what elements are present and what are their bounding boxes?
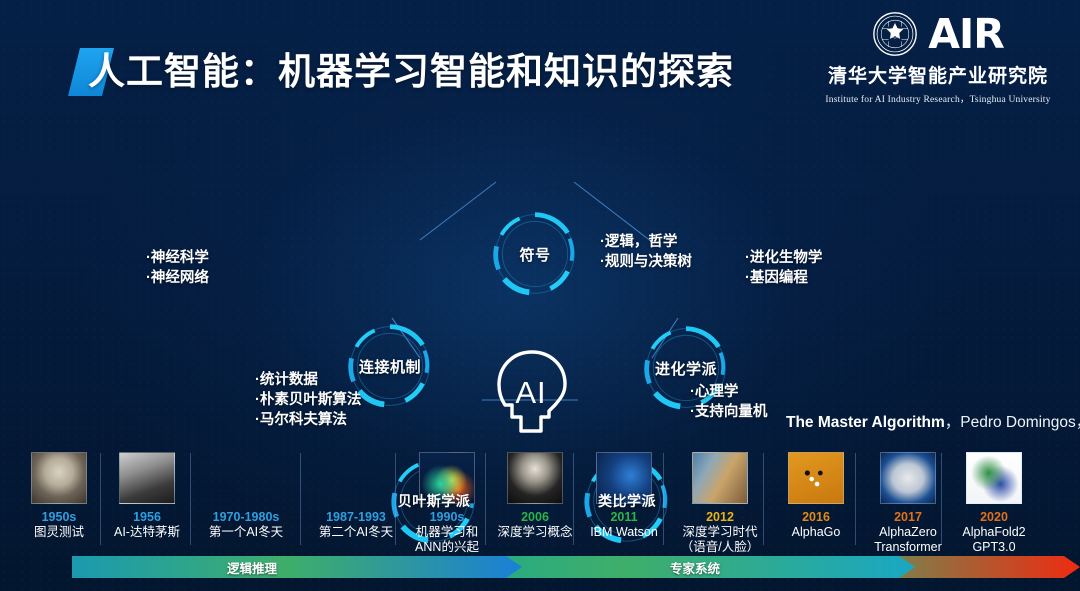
timeline-separator — [941, 453, 942, 545]
timeline-label: 机器学习和 ANN的兴起 — [405, 525, 489, 555]
timeline-item[interactable]: 1987-1993 第二个AI冬天 — [310, 447, 402, 540]
timeline-label-line: AlphaFold2 — [962, 525, 1026, 539]
timeline-label-line: ANN的兴起 — [415, 540, 479, 554]
citation-title: The Master Algorithm — [786, 414, 945, 431]
logo-chinese-name: 清华大学智能产业研究院 — [827, 66, 1048, 87]
timeline-year: 1956 — [133, 510, 161, 524]
timeline-year: 2011 — [610, 510, 638, 524]
paradigm-diagram: 符号 逻辑，哲学 规则与决策树 连接机制 神经科 — [0, 100, 1080, 544]
node-bullets-evolutionary: 进化生物学 基因编程 — [745, 248, 823, 288]
node-label: 类比学派 — [598, 493, 656, 509]
svg-text:AI: AI — [515, 375, 546, 410]
node-bullets-analogizer: 心理学 支持向量机 — [690, 382, 768, 422]
timeline-label-line: 第一个AI冬天 — [208, 525, 284, 539]
timeline-label: 深度学习概念 — [492, 525, 578, 540]
node-label: 贝叶斯学派 — [397, 493, 471, 509]
timeline-label-line: （语音/人脸） — [680, 540, 760, 554]
timeline-label-line: 图灵测试 — [33, 525, 84, 539]
node-bullets-bayesian: 统计数据 朴素贝叶斯算法 马尔科夫算法 — [255, 370, 362, 430]
timeline-label-line: 深度学习时代 — [682, 525, 758, 539]
timeline-label: AI-达特茅斯 — [104, 525, 190, 540]
node-bullets-symbolic: 逻辑，哲学 规则与决策树 — [600, 232, 692, 272]
node-label: 连接机制 — [358, 358, 421, 376]
brain-image — [880, 452, 936, 504]
timeline-label-line: 第二个AI冬天 — [318, 525, 394, 539]
timeline-separator — [573, 453, 574, 545]
timeline-label-line: IBM Watson — [590, 525, 658, 539]
diagram-node-symbolic[interactable]: 符号 — [487, 206, 583, 302]
ai-head-icon: AI — [497, 350, 567, 433]
timeline-item[interactable]: 2016 AlphaGo — [772, 447, 860, 540]
timeline-year: 2006 — [521, 510, 549, 524]
air-wordmark: AIR — [928, 10, 1005, 58]
air-logo: AIR 清华大学智能产业研究院 Institute for AI Industr… — [818, 8, 1058, 105]
timeline-year: 1987-1993 — [326, 510, 386, 524]
node-label: 符号 — [519, 246, 551, 264]
timeline-year: 1970-1980s — [212, 510, 280, 524]
timeline-separator — [855, 453, 856, 545]
page-title-text: 人工智能：机器学习智能和知识的探索 — [88, 51, 734, 92]
timeline-item[interactable]: 1956 AI-达特茅斯 — [104, 447, 190, 540]
timeline-item[interactable]: 1950s 图灵测试 — [20, 447, 98, 540]
alan-turing-photo — [31, 452, 87, 504]
timeline-year: 1990s — [429, 510, 465, 524]
timeline-label: 第一个AI冬天 — [196, 525, 296, 540]
timeline-label-line: 深度学习概念 — [497, 525, 573, 539]
timeline-label: IBM Watson — [580, 525, 668, 540]
timeline-year: 2020 — [980, 510, 1008, 524]
protein-image — [966, 452, 1022, 504]
timeline-label-line: 机器学习和 — [415, 525, 479, 539]
timeline-year: 2012 — [706, 510, 734, 524]
timeline-separator — [663, 453, 664, 545]
timeline-separator — [190, 453, 191, 545]
timeline-label-line: GPT3.0 — [972, 540, 1016, 554]
timeline-label-line: AI-达特茅斯 — [114, 525, 180, 539]
citation-text: The Master Algorithm，Pedro Domingos， — [786, 410, 1080, 432]
slide-background: 人工智能：机器学习智能和知识的探索 AIR 清华大学智能产业研究院 Instit… — [0, 0, 1080, 591]
go-board-image — [788, 452, 844, 504]
timeline-separator — [485, 453, 486, 545]
hinton-photo — [507, 452, 563, 504]
timeline-separator — [763, 453, 764, 545]
timeline-separator — [395, 453, 396, 545]
timeline-separator — [300, 453, 301, 545]
timeline-label: 图灵测试 — [20, 525, 98, 540]
timeline-item[interactable]: 2020 AlphaFold2 GPT3.0 — [948, 447, 1040, 555]
era-bar: 逻辑推理 — [72, 556, 522, 578]
ai-history-timeline: 1950s 图灵测试 1956 AI-达特茅斯 1970-1980s 第一个AI冬天 198… — [0, 447, 1080, 555]
era-arrow-bars: 逻辑推理专家系统机器学习/深度学习 — [0, 556, 1080, 580]
timeline-year: 1950s — [41, 510, 77, 524]
timeline-year: 2016 — [802, 510, 830, 524]
timeline-label: 深度学习时代 （语音/人脸） — [672, 525, 768, 555]
timeline-label-line: AlphaGo — [791, 525, 841, 539]
logo-mark-row: AIR — [818, 8, 1058, 60]
tsinghua-seal-icon — [873, 12, 918, 56]
timeline-item[interactable]: 2012 深度学习时代 （语音/人脸） — [672, 447, 768, 555]
dartmouth-photo — [119, 452, 175, 504]
citation-author: ，Pedro Domingos， — [944, 414, 1080, 431]
timeline-label: 第二个AI冬天 — [310, 525, 402, 540]
era-bar-label: 逻辑推理 — [227, 561, 278, 576]
page-title: 人工智能：机器学习智能和知识的探索 — [68, 44, 734, 106]
era-bar-label: 专家系统 — [670, 561, 721, 576]
timeline-label: AlphaFold2 GPT3.0 — [948, 525, 1040, 555]
timeline-item[interactable]: 1970-1980s 第一个AI冬天 — [196, 447, 296, 540]
node-bullets-connectionist: 神经科学 神经网络 — [146, 248, 209, 288]
timeline-item[interactable]: 2006 深度学习概念 — [492, 447, 578, 540]
timeline-label: AlphaGo — [772, 525, 860, 540]
lab-photo — [692, 452, 748, 504]
node-label: 进化学派 — [654, 360, 717, 378]
timeline-separator — [100, 453, 101, 545]
